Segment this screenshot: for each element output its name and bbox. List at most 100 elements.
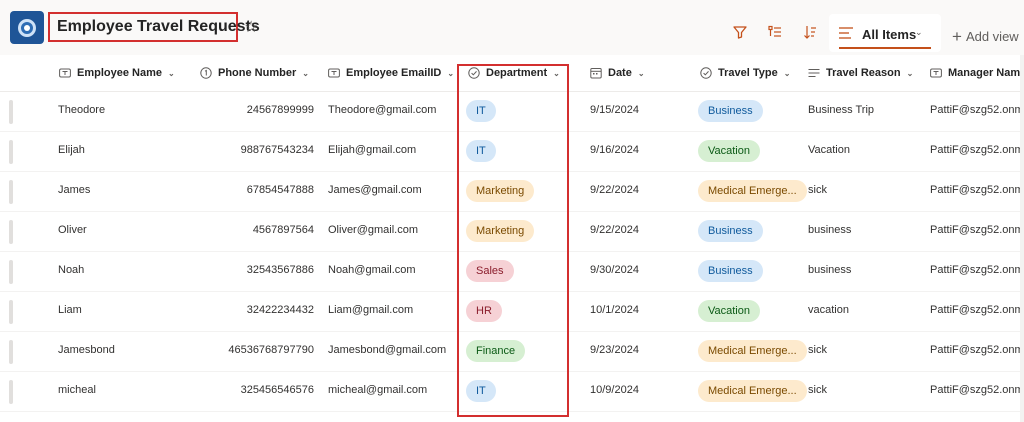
column-header-manager-name[interactable]: Manager Name xyxy=(930,67,1024,79)
cell-travel-reason: Vacation xyxy=(808,144,850,156)
table-row[interactable]: James 67854547888 James@gmail.com Marketing… xyxy=(0,172,1024,212)
list-table: Employee Name ⌄ Phone Number ⌄ Employee Emai… xyxy=(0,55,1024,422)
table-row[interactable]: micheal 325456546576 micheal@gmail.com IT 10… xyxy=(0,372,1024,412)
filter-icon[interactable] xyxy=(732,24,748,40)
row-select-handle[interactable] xyxy=(9,220,13,244)
column-header-label: Travel Reason xyxy=(826,67,901,79)
sort-icon[interactable] xyxy=(802,24,818,40)
department-badge: IT xyxy=(466,140,496,162)
cell-employee-email: Elijah@gmail.com xyxy=(328,144,417,156)
travel-type-badge: Business xyxy=(698,260,763,282)
column-header-employee-emailid[interactable]: Employee EmailID ⌄ xyxy=(328,67,454,79)
cell-employee-name[interactable]: Elijah xyxy=(58,144,85,156)
chevron-down-icon[interactable]: ⌄ xyxy=(302,69,309,78)
table-row[interactable]: Elijah 988767543234 Elijah@gmail.com IT 9/16… xyxy=(0,132,1024,172)
table-row[interactable]: Noah 32543567886 Noah@gmail.com Sales 9/30/2… xyxy=(0,252,1024,292)
table-row[interactable]: Theodore 24567899999 Theodore@gmail.com IT 9… xyxy=(0,92,1024,132)
cell-employee-name[interactable]: micheal xyxy=(58,384,96,396)
cell-employee-name[interactable]: Theodore xyxy=(58,104,105,116)
row-select-handle[interactable] xyxy=(9,300,13,324)
column-header-employee-name[interactable]: Employee Name ⌄ xyxy=(59,67,175,79)
row-select-handle[interactable] xyxy=(9,140,13,164)
table-row[interactable]: Oliver 4567897564 Oliver@gmail.com Marketin… xyxy=(0,212,1024,252)
column-header-label: Phone Number xyxy=(218,67,297,79)
logo-dot xyxy=(24,25,30,31)
travel-type-badge: Medical Emerge... xyxy=(698,180,807,202)
cell-employee-email: Noah@gmail.com xyxy=(328,264,416,276)
list-header: Employee Travel Requests ☆ All Items ⌄ +… xyxy=(0,0,1024,55)
cell-employee-email: James@gmail.com xyxy=(328,184,422,196)
chevron-down-icon[interactable]: ⌄ xyxy=(638,69,645,78)
cell-employee-name[interactable]: Liam xyxy=(58,304,82,316)
chevron-down-icon: ⌄ xyxy=(915,27,923,37)
cell-employee-email: Jamesbond@gmail.com xyxy=(328,344,447,356)
cell-travel-reason: sick xyxy=(808,384,827,396)
cell-travel-reason: sick xyxy=(808,344,827,356)
table-row[interactable]: Jamesbond 46536768797790 Jamesbond@gmail.c… xyxy=(0,332,1024,372)
cell-manager-name: PattiF@szg52.onmic xyxy=(930,304,1024,316)
multiline-text-icon xyxy=(808,67,820,79)
cell-phone-number: 325456546576 xyxy=(240,384,314,396)
column-header-travel-reason[interactable]: Travel Reason ⌄ xyxy=(808,67,913,79)
site-logo-icon[interactable] xyxy=(10,11,44,44)
favorite-star-icon[interactable]: ☆ xyxy=(244,17,258,37)
department-badge: Marketing xyxy=(466,220,535,242)
cell-employee-name[interactable]: James xyxy=(58,184,90,196)
column-header-phone-number[interactable]: Phone Number ⌄ xyxy=(200,67,309,79)
row-select-handle[interactable] xyxy=(9,180,13,204)
department-badge: IT xyxy=(466,380,496,402)
chevron-down-icon[interactable]: ⌄ xyxy=(907,69,914,78)
group-by-icon[interactable] xyxy=(767,24,783,40)
view-selector-all-items[interactable]: All Items ⌄ xyxy=(829,14,941,52)
travel-type-badge: Vacation xyxy=(698,140,760,162)
cell-phone-number: 4567897564 xyxy=(252,224,314,236)
row-select-handle[interactable] xyxy=(9,340,13,364)
cell-date: 9/30/2024 xyxy=(590,264,639,276)
department-badge: IT xyxy=(466,100,496,122)
cell-manager-name: PattiF@szg52.onmic xyxy=(930,144,1024,156)
cell-manager-name: PattiF@szg52.onmic xyxy=(930,224,1024,236)
column-header-travel-type[interactable]: Travel Type ⌄ xyxy=(700,67,790,79)
chevron-down-icon[interactable]: ⌄ xyxy=(447,69,454,78)
cell-travel-reason: business xyxy=(808,224,852,236)
column-header-label: Department xyxy=(486,67,548,79)
cell-manager-name: PattiF@szg52.onmic xyxy=(930,264,1024,276)
column-header-department[interactable]: Department ⌄ xyxy=(468,67,560,79)
cell-employee-email: Liam@gmail.com xyxy=(328,304,414,316)
cell-employee-name[interactable]: Oliver xyxy=(58,224,87,236)
cell-manager-name: PattiF@szg52.onmic xyxy=(930,184,1024,196)
cell-employee-name[interactable]: Jamesbond xyxy=(58,344,115,356)
cell-travel-reason: Business Trip xyxy=(808,104,875,116)
column-header-date[interactable]: Date ⌄ xyxy=(590,67,645,79)
cell-employee-email: Theodore@gmail.com xyxy=(328,104,437,116)
cell-date: 9/22/2024 xyxy=(590,184,639,196)
chevron-down-icon[interactable]: ⌄ xyxy=(553,69,560,78)
cell-travel-reason: business xyxy=(808,264,852,276)
row-select-handle[interactable] xyxy=(9,380,13,404)
column-header-label: Manager Name xyxy=(948,67,1024,79)
table-row[interactable]: Liam 32422234432 Liam@gmail.com HR 10/1/2024… xyxy=(0,292,1024,332)
row-select-handle[interactable] xyxy=(9,100,13,124)
department-badge: Sales xyxy=(466,260,514,282)
travel-type-badge: Business xyxy=(698,100,763,122)
chevron-down-icon[interactable]: ⌄ xyxy=(168,69,175,78)
cell-phone-number: 988767543234 xyxy=(240,144,314,156)
chevron-down-icon[interactable]: ⌄ xyxy=(784,69,791,78)
cell-date: 9/22/2024 xyxy=(590,224,639,236)
cell-manager-name: PattiF@szg52.onmic xyxy=(930,384,1024,396)
cell-date: 10/1/2024 xyxy=(590,304,639,316)
cell-manager-name: PattiF@szg52.onmic xyxy=(930,344,1024,356)
department-badge: Finance xyxy=(466,340,526,362)
cell-employee-name[interactable]: Noah xyxy=(58,264,84,276)
row-select-handle[interactable] xyxy=(9,260,13,284)
add-view-button[interactable]: + Add view xyxy=(952,26,1019,46)
cell-phone-number: 32422234432 xyxy=(246,304,314,316)
page-title[interactable]: Employee Travel Requests xyxy=(57,18,260,36)
cell-date: 9/23/2024 xyxy=(590,344,639,356)
column-header-label: Employee Name xyxy=(77,67,162,79)
travel-type-badge: Business xyxy=(698,220,763,242)
cell-travel-reason: sick xyxy=(808,184,827,196)
vertical-scrollbar[interactable] xyxy=(1020,55,1024,422)
travel-type-badge: Medical Emerge... xyxy=(698,340,807,362)
cell-phone-number: 24567899999 xyxy=(246,104,314,116)
